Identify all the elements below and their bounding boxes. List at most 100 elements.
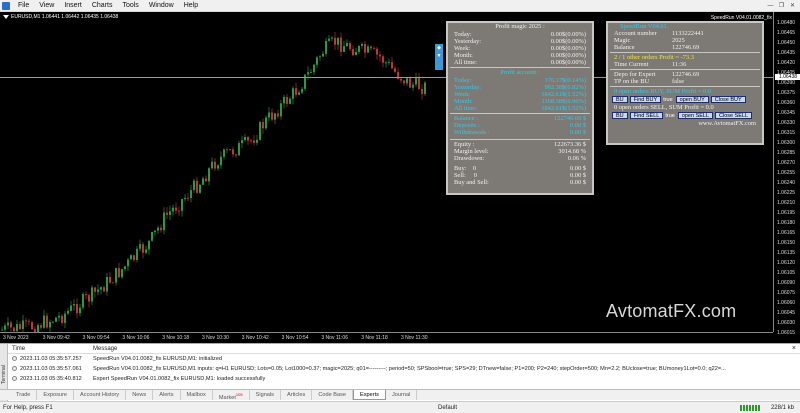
menu-charts[interactable]: Charts [87, 2, 118, 9]
tab-articles[interactable]: Articles [281, 390, 313, 400]
chart-shift-marker-icon[interactable]: ◆ ▼ [435, 44, 443, 70]
candle-body [7, 322, 9, 326]
candle-body [1, 329, 3, 331]
tab-signals[interactable]: Signals [250, 390, 281, 400]
depo-row: Depo for Expert 122746.69 [614, 71, 700, 78]
menu-window[interactable]: Window [144, 2, 179, 9]
column-time[interactable]: Time [12, 346, 25, 352]
open-sell-button[interactable]: open SELL [677, 112, 714, 119]
find-sell-button[interactable]: Find SELL [629, 112, 664, 119]
candle-body [286, 96, 288, 104]
candle-body [49, 321, 51, 328]
open-buy-button[interactable]: open BUY [675, 96, 709, 103]
drawdown-row: Drawdown: 0.06 % [454, 155, 586, 162]
candle-body [241, 140, 243, 144]
tab-account-history[interactable]: Account History [74, 390, 127, 400]
divider [450, 113, 590, 114]
menu-help[interactable]: Help [179, 2, 203, 9]
tab-market[interactable]: Market105 [213, 390, 250, 401]
time-tick-label: 3 Nov 11:30 [401, 335, 428, 341]
menu-file[interactable]: File [13, 2, 34, 9]
price-tick-label: 1.06270 [777, 160, 796, 166]
bu-sell-button[interactable]: BU [612, 112, 628, 119]
candle-body [142, 244, 144, 253]
candle-body [103, 287, 105, 292]
restore-icon[interactable]: ❐ [777, 2, 786, 10]
menu-insert[interactable]: Insert [59, 2, 87, 9]
candle-body [67, 310, 69, 314]
candle-body [109, 277, 111, 283]
tab-trade[interactable]: Trade [10, 390, 38, 400]
candle-body [319, 56, 321, 58]
speedrun-title: SpeedRun V04.01. [620, 23, 669, 30]
tab-journal[interactable]: Journal [386, 390, 418, 400]
tab-news[interactable]: News [126, 390, 154, 400]
tab-experts[interactable]: Experts [353, 390, 386, 400]
bu-buy-button[interactable]: BU [612, 96, 628, 103]
log-row[interactable]: 2023.11.03 05:35:57.061 SpeedRun V04.01.0… [8, 364, 800, 374]
traffic-counter: 228/1 kb [770, 405, 794, 411]
menu-tools[interactable]: Tools [117, 2, 143, 9]
profit-row: Week: 0.00$(0.00%) [454, 45, 586, 52]
price-tick-label: 1.06375 [777, 90, 796, 96]
candle-body [361, 43, 363, 46]
time-current-row: Time Current 11:36 [614, 61, 687, 68]
time-tick-label: 3 Nov 11:18 [361, 335, 388, 341]
candle-body [175, 207, 177, 211]
account-number-row: Account number 1133222441 [614, 30, 704, 37]
price-tick-label: 1.06015 [777, 330, 796, 336]
candle-body [55, 317, 57, 322]
menu-view[interactable]: View [34, 2, 59, 9]
candle-body [178, 210, 180, 212]
candle-body [79, 307, 81, 314]
candle-body [424, 82, 426, 94]
price-tick-label: 1.06300 [777, 140, 796, 146]
log-row[interactable]: 2023.11.03 05:35:57.257 SpeedRun V04.01.0… [8, 354, 800, 364]
sell-controls: BU Find SELL true open SELL Close SELL [608, 111, 762, 120]
column-message[interactable]: Message [93, 346, 117, 352]
price-tick-label: 1.06345 [777, 110, 796, 116]
log-row[interactable]: 2023.11.03 05:35:40.812 Expert SpeedRun V… [8, 374, 800, 384]
candle-body [385, 62, 387, 64]
tab-code-base[interactable]: Code Base [312, 390, 353, 400]
price-tick-label: 1.06180 [777, 220, 796, 226]
profile-name: Default [438, 405, 458, 411]
candle-body [226, 149, 228, 151]
close-icon[interactable]: × [792, 345, 796, 352]
close-buy-button[interactable]: Close BUY [710, 96, 746, 103]
candle-body [259, 122, 261, 140]
candle-body [268, 112, 270, 118]
close-sell-button[interactable]: Close SELL [715, 112, 753, 119]
minimize-icon[interactable]: — [766, 2, 775, 10]
close-icon[interactable]: ✕ [788, 2, 797, 10]
price-chart[interactable]: EURUSD,M1 1.06441 1.06442 1.06435 1.0643… [0, 12, 800, 343]
candle-body [91, 287, 93, 302]
price-tick-label: 1.06240 [777, 180, 796, 186]
candle-body [391, 62, 393, 69]
divider [610, 86, 760, 87]
candle-body [22, 320, 24, 329]
candle-body [382, 56, 384, 63]
find-buy-button[interactable]: Find BUY [629, 96, 662, 103]
candle-body [70, 305, 72, 311]
divider [450, 139, 590, 140]
candle-body [4, 325, 6, 330]
dropdown-triangle-icon[interactable] [3, 14, 9, 19]
candle-body [307, 72, 309, 75]
tab-mailbox[interactable]: Mailbox [181, 390, 213, 400]
price-tick-label: 1.06255 [777, 170, 796, 176]
app-logo-icon [2, 1, 10, 10]
candle-body [190, 190, 192, 199]
candle-body [277, 113, 279, 117]
account-row: Today: 176.17$(0.14%) [454, 77, 586, 84]
candle-body [328, 38, 330, 41]
tab-exposure[interactable]: Exposure [37, 390, 75, 400]
candle-body [28, 321, 30, 323]
price-tick-label: 1.06480 [777, 20, 796, 26]
candle-body [301, 88, 303, 93]
candle-body [352, 49, 354, 56]
candle-body [253, 140, 255, 143]
site-link[interactable]: www.AvtomatFX.com [608, 120, 762, 127]
profit-magic-title: Profit magic 2025 : [495, 23, 545, 30]
tab-alerts[interactable]: Alerts [153, 390, 181, 400]
